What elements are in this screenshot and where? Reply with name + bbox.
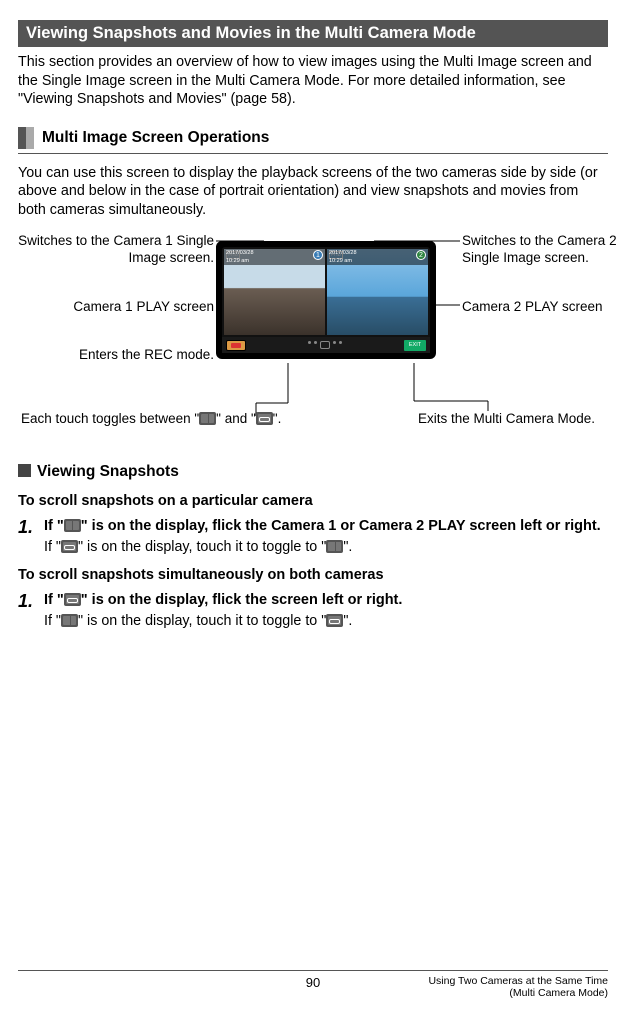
toolbar-icons [308, 341, 342, 349]
section-title-text: Viewing Snapshots [37, 463, 179, 480]
subheading-accent-dark [18, 127, 26, 149]
step-b-sub: If " " is on the display, touch it to tog… [44, 612, 608, 631]
intro-paragraph: This section provides an overview of how… [18, 53, 608, 109]
step-a-main: If " " is on the display, flick the Camer… [44, 517, 608, 536]
step-b-main: If " " is on the display, flick the scree… [44, 591, 608, 610]
camera2-screen: FHD 2017/03/28 10:29 am 2 [327, 249, 428, 335]
subhead-scroll-particular: To scroll snapshots on a particular came… [18, 493, 608, 509]
toggle-text-a: Each touch toggles between " [21, 411, 199, 426]
step-a-number: 1. [18, 517, 44, 556]
subheading-description: You can use this screen to display the p… [18, 164, 608, 220]
callout-camera2-play: Camera 2 PLAY screen [462, 299, 626, 315]
page-number: 90 [215, 975, 412, 990]
subheading-row: Multi Image Screen Operations [18, 127, 608, 149]
scr2-date: 2017/03/28 [329, 250, 357, 256]
callout-camera1-switch: Switches to the Camera 1 Single Image sc… [14, 233, 214, 265]
subheading-accent-light [26, 127, 34, 149]
step-b-sub-1: If " [44, 613, 61, 629]
subheading-underline [18, 153, 608, 154]
step-a-main-1: If " [44, 518, 64, 534]
step-b-number: 1. [18, 591, 44, 630]
callout-toggle: Each touch toggles between " " and " ". [21, 411, 411, 427]
step-b-sub-3: ". [343, 613, 352, 629]
toggle-text-b: " and " [216, 411, 256, 426]
section-bullet-icon [18, 464, 31, 477]
split-icon [61, 614, 78, 627]
link-icon [64, 593, 81, 606]
link-icon [326, 614, 343, 627]
step-a-sub: If " " is on the display, touch it to tog… [44, 538, 608, 557]
subheading-text: Multi Image Screen Operations [42, 129, 269, 147]
step-b: 1. If " " is on the display, flick the sc… [18, 591, 608, 630]
callout-exit: Exits the Multi Camera Mode. [418, 411, 626, 427]
rec-button-icon [226, 340, 246, 351]
callout-rec-mode: Enters the REC mode. [14, 347, 214, 363]
step-a: 1. If " " is on the display, flick the Ca… [18, 517, 608, 556]
phone-mockup: FHD 2017/03/28 10:29 am 1 FHD 2017/03/28… [216, 241, 436, 359]
link-icon [256, 412, 273, 425]
camera1-screen: FHD 2017/03/28 10:29 am 1 [224, 249, 325, 335]
split-icon [326, 540, 343, 553]
link-icon [61, 540, 78, 553]
callout-camera1-play: Camera 1 PLAY screen [14, 299, 214, 315]
exit-button-icon: EXIT [404, 340, 426, 351]
multi-image-diagram: Switches to the Camera 1 Single Image sc… [18, 233, 608, 433]
step-a-sub-3: ". [343, 539, 352, 555]
toggle-text-c: ". [273, 411, 282, 426]
step-a-main-2: " is on the display, flick the Camera 1 … [81, 518, 601, 534]
section-viewing-snapshots: Viewing Snapshots [18, 463, 608, 481]
page-footer: 90 Using Two Cameras at the Same Time (M… [18, 970, 608, 999]
split-icon [64, 519, 81, 532]
step-b-main-2: " is on the display, flick the screen le… [81, 592, 403, 608]
scr1-date: 2017/03/28 [226, 250, 254, 256]
scr1-time: 10:29 am [226, 258, 249, 264]
callout-camera2-switch: Switches to the Camera 2 Single Image sc… [462, 233, 626, 265]
split-icon [199, 412, 216, 425]
step-a-sub-2: " is on the display, touch it to toggle … [78, 539, 326, 555]
page-title-bar: Viewing Snapshots and Movies in the Mult… [18, 20, 608, 47]
scr2-time: 10:29 am [329, 258, 352, 264]
step-a-sub-1: If " [44, 539, 61, 555]
subhead-scroll-both: To scroll snapshots simultaneously on bo… [18, 567, 608, 583]
step-b-main-1: If " [44, 592, 64, 608]
chapter-reference: Using Two Cameras at the Same Time (Mult… [411, 975, 608, 999]
step-b-sub-2: " is on the display, touch it to toggle … [78, 613, 326, 629]
